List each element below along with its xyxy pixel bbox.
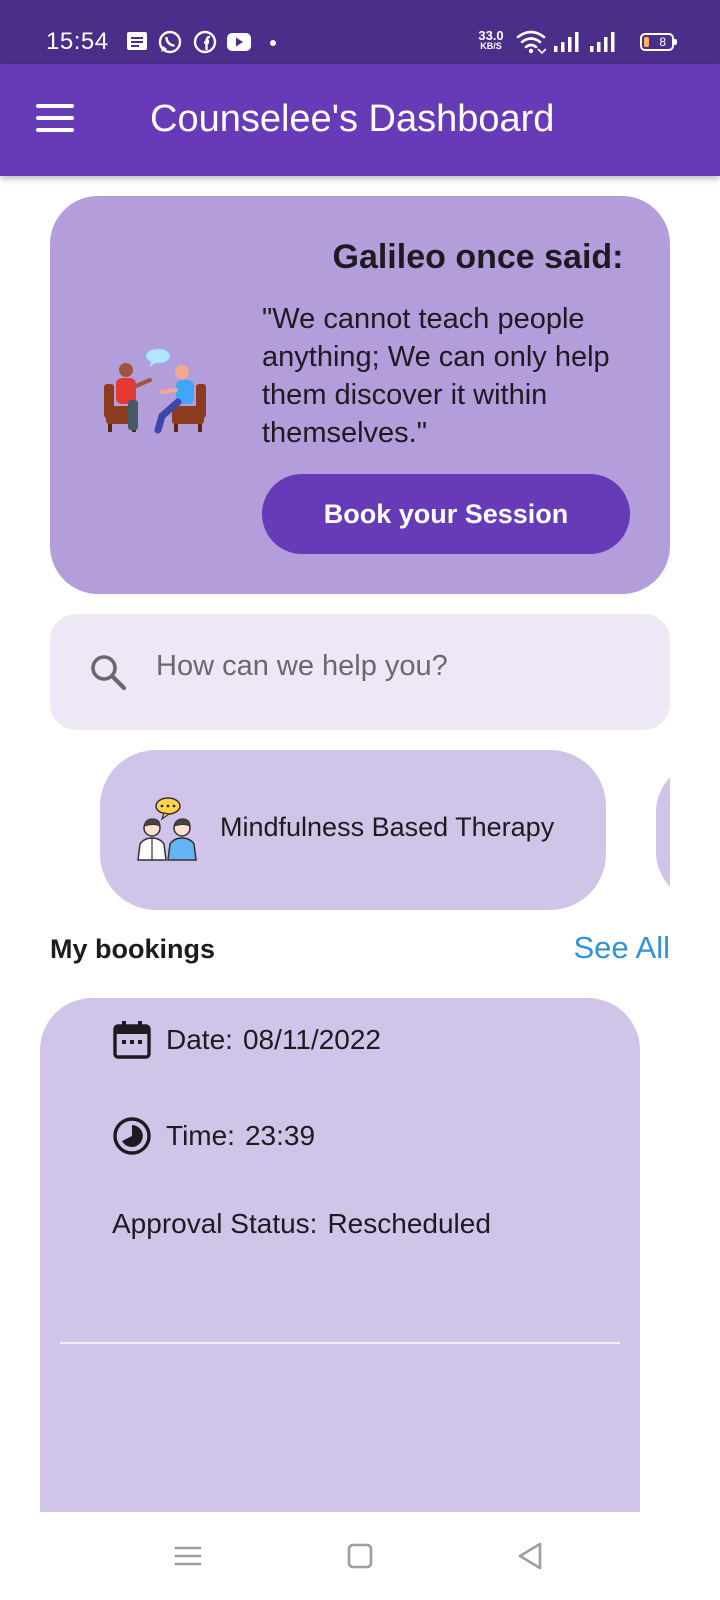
booking-divider <box>60 1342 620 1344</box>
signal-icon-sim1 <box>554 32 579 52</box>
battery-icon: 8 <box>640 33 677 51</box>
signal-icon-sim2 <box>590 32 615 52</box>
system-nav-bar <box>0 1512 720 1600</box>
date-value: 08/11/2022 <box>242 1024 381 1055</box>
menu-icon[interactable] <box>36 104 74 134</box>
quote-title: Galileo once said: <box>332 238 624 276</box>
booking-card[interactable]: Date: 08/11/2022 Time: 23:39 Approval St… <box>40 998 640 1518</box>
status-bar: 15:54 33.0 KB/S 8 <box>0 0 720 64</box>
calendar-icon <box>113 1021 151 1059</box>
booking-time-row: Time: 23:39 <box>112 1116 315 1156</box>
home-icon[interactable] <box>344 1540 376 1572</box>
therapists-talking-icon <box>137 797 197 861</box>
search-placeholder: How can we help you? <box>156 650 448 682</box>
therapy-label: Mindfulness Based Therapy <box>220 812 555 842</box>
book-session-button[interactable]: Book your Session <box>262 474 630 554</box>
network-speed: 33.0 KB/S <box>478 28 504 51</box>
status-time: 15:54 <box>46 28 109 55</box>
time-value: 23:39 <box>244 1120 316 1151</box>
see-all-link[interactable]: See All <box>573 930 670 966</box>
message-icon <box>127 32 147 50</box>
more-notifications-dot <box>270 40 276 46</box>
booking-status-row: Approval Status: Rescheduled <box>112 1208 491 1240</box>
search-input[interactable]: How can we help you? <box>50 614 670 730</box>
time-label: Time: <box>166 1120 235 1151</box>
bookings-section-title: My bookings <box>50 934 216 964</box>
status-label: Approval Status: <box>112 1208 318 1239</box>
wifi-icon <box>516 30 546 55</box>
status-value: Rescheduled <box>327 1208 491 1239</box>
therapy-card-next[interactable] <box>656 762 670 902</box>
therapy-card[interactable]: Mindfulness Based Therapy <box>100 750 606 910</box>
search-icon <box>91 655 127 691</box>
counseling-session-icon <box>104 348 206 434</box>
booking-date-row: Date: 08/11/2022 <box>112 1020 381 1060</box>
facebook-icon <box>193 30 217 54</box>
youtube-icon <box>227 33 251 51</box>
quote-text: "We cannot teach people anything; We can… <box>262 303 610 449</box>
battery-level: 8 <box>659 35 666 49</box>
date-label: Date: <box>166 1024 233 1055</box>
back-icon[interactable] <box>514 1540 546 1572</box>
recent-apps-icon[interactable] <box>172 1540 204 1572</box>
page-title: Counselee's Dashboard <box>150 98 555 140</box>
quote-card: Galileo once said: "We cannot teach peop… <box>50 196 670 594</box>
whatsapp-icon <box>158 30 182 54</box>
clock-icon <box>113 1117 151 1155</box>
app-bar: Counselee's Dashboard <box>0 64 720 176</box>
